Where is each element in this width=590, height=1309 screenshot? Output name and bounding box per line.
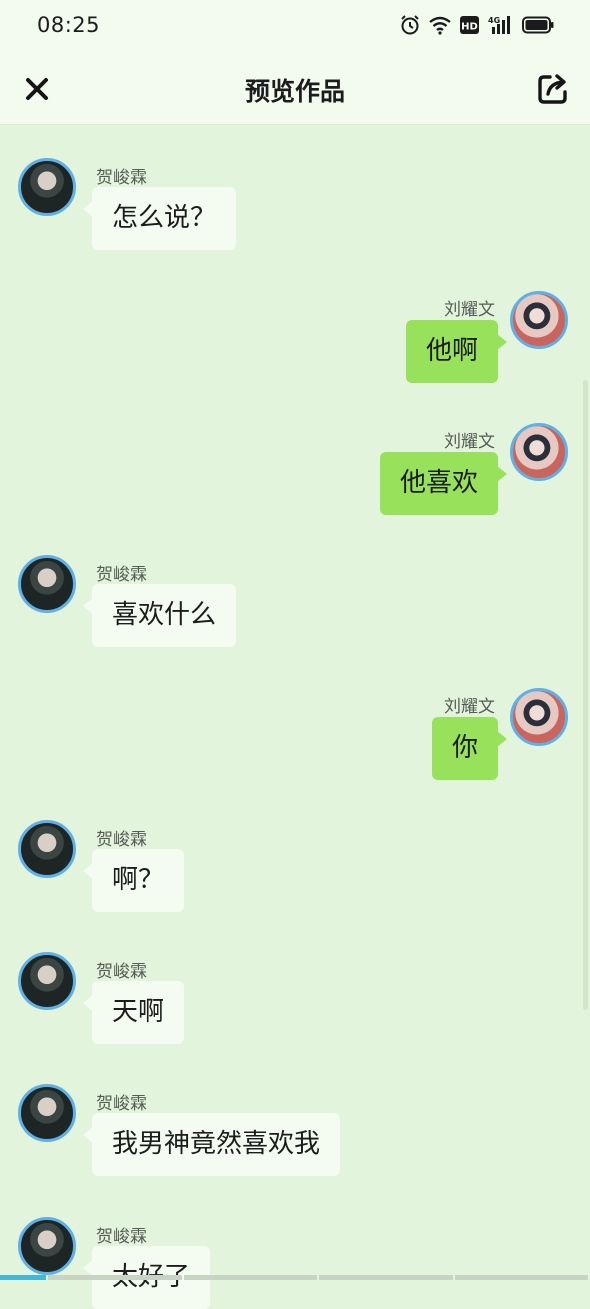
message-bubble[interactable]: 怎么说？	[82, 187, 237, 250]
avatar[interactable]	[18, 555, 76, 613]
share-icon	[538, 74, 567, 104]
page-indicator-segment	[454, 1275, 588, 1280]
status-icons: HD 4G	[400, 14, 554, 36]
avatar[interactable]	[510, 423, 568, 481]
wifi-icon	[428, 15, 452, 35]
sender-name: 贺峻霖	[96, 962, 147, 982]
message-bubble[interactable]: 我男神竟然喜欢我	[82, 1113, 341, 1176]
message-bubble[interactable]: 他喜欢	[379, 452, 508, 515]
sender-name: 贺峻霖	[96, 830, 147, 850]
status-time: 08:25	[37, 13, 101, 37]
signal-4g-icon: 4G	[488, 15, 514, 35]
message-bubble[interactable]: 啊？	[82, 849, 185, 912]
page-indicator	[0, 1275, 590, 1280]
sender-name: 刘耀文	[444, 300, 495, 320]
hd-label: HD	[461, 22, 478, 33]
scrollbar[interactable]	[583, 380, 588, 1010]
hd-icon: HD	[460, 15, 480, 35]
network-label: 4G	[488, 16, 500, 25]
sender-name: 贺峻霖	[96, 168, 147, 188]
avatar[interactable]	[510, 688, 568, 746]
avatar[interactable]	[18, 820, 76, 878]
avatar[interactable]	[18, 1217, 76, 1275]
page-title: 预览作品	[244, 77, 345, 106]
sender-name: 刘耀文	[444, 432, 495, 452]
message-bubble[interactable]: 他啊	[405, 320, 508, 383]
sender-name: 贺峻霖	[96, 1094, 147, 1114]
message-bubble[interactable]: 天啊	[82, 981, 185, 1044]
page-indicator-segment	[183, 1275, 317, 1280]
share-button[interactable]	[534, 70, 572, 108]
avatar[interactable]	[510, 291, 568, 349]
avatar[interactable]	[18, 158, 76, 216]
message-bubble[interactable]: 喜欢什么	[82, 584, 237, 647]
page-indicator-active	[0, 1275, 46, 1280]
avatar[interactable]	[18, 1084, 76, 1142]
chat-area[interactable]: 贺峻霖 怎么说？ 刘耀文 他啊 刘耀文 他喜欢 贺峻霖 喜欢什么 刘耀文 你 贺…	[0, 125, 590, 1309]
message-bubble[interactable]: 你	[431, 717, 508, 780]
page-indicator-segment	[319, 1275, 453, 1280]
sender-name: 刘耀文	[444, 697, 495, 717]
sender-name: 贺峻霖	[96, 1227, 147, 1247]
top-bar: 预览作品	[0, 56, 590, 125]
battery-icon	[522, 16, 554, 34]
avatar[interactable]	[18, 952, 76, 1010]
page-indicator-segment	[48, 1275, 182, 1280]
status-bar: 08:25 HD 4G	[0, 0, 590, 56]
sender-name: 贺峻霖	[96, 565, 147, 585]
alarm-icon	[400, 14, 420, 36]
